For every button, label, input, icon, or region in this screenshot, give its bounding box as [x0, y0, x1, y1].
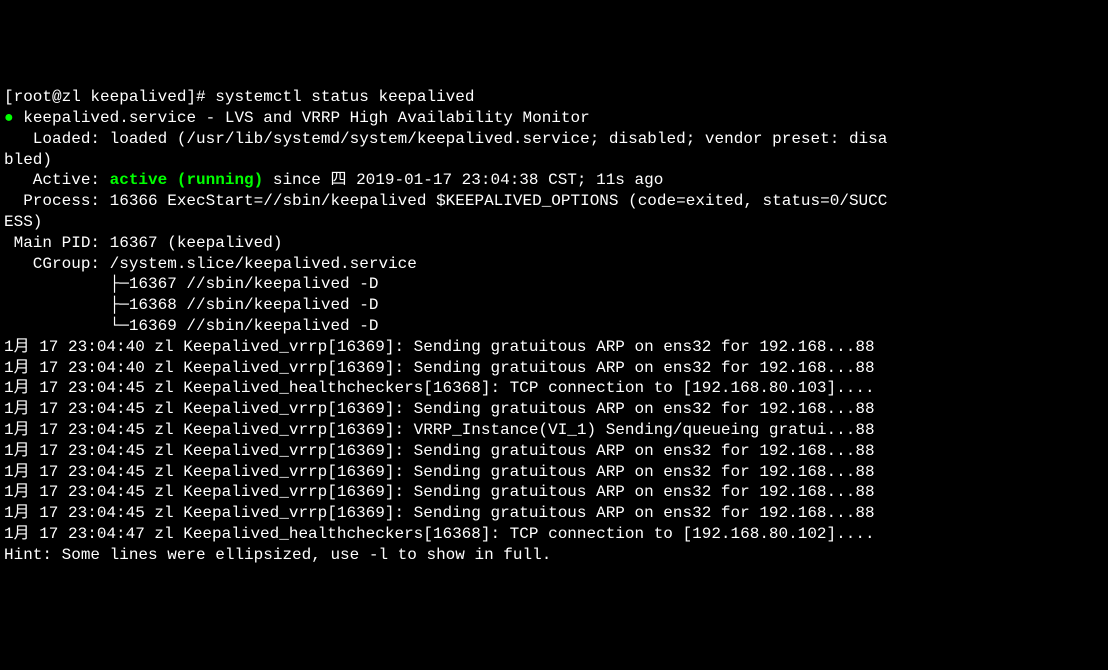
- log-line: 1月 17 23:04:40 zl Keepalived_vrrp[16369]…: [4, 358, 1104, 379]
- process-line: Process: 16366 ExecStart=//sbin/keepaliv…: [4, 191, 1104, 233]
- log-line: 1月 17 23:04:47 zl Keepalived_healthcheck…: [4, 524, 1104, 545]
- log-line: 1月 17 23:04:45 zl Keepalived_vrrp[16369]…: [4, 482, 1104, 503]
- tree-line-3: └─16369 //sbin/keepalived -D: [4, 316, 1104, 337]
- log-line: 1月 17 23:04:45 zl Keepalived_vrrp[16369]…: [4, 441, 1104, 462]
- log-line: 1月 17 23:04:45 zl Keepalived_vrrp[16369]…: [4, 399, 1104, 420]
- status-dot-icon: ●: [4, 109, 14, 127]
- cgroup-line: CGroup: /system.slice/keepalived.service: [4, 254, 1104, 275]
- service-description: keepalived.service - LVS and VRRP High A…: [14, 109, 590, 127]
- command-text: systemctl status keepalived: [215, 88, 474, 106]
- service-header-line: ● keepalived.service - LVS and VRRP High…: [4, 108, 1104, 129]
- active-label: Active:: [4, 171, 110, 189]
- active-line: Active: active (running) since 四 2019-01…: [4, 170, 1104, 191]
- active-status: active (running): [110, 171, 264, 189]
- log-line: 1月 17 23:04:45 zl Keepalived_vrrp[16369]…: [4, 420, 1104, 441]
- log-line: 1月 17 23:04:40 zl Keepalived_vrrp[16369]…: [4, 337, 1104, 358]
- log-line: 1月 17 23:04:45 zl Keepalived_vrrp[16369]…: [4, 462, 1104, 483]
- mainpid-line: Main PID: 16367 (keepalived): [4, 233, 1104, 254]
- shell-prompt: [root@zl keepalived]#: [4, 88, 215, 106]
- tree-line-2: ├─16368 //sbin/keepalived -D: [4, 295, 1104, 316]
- terminal-prompt-line: [root@zl keepalived]# systemctl status k…: [4, 87, 1104, 108]
- hint-line: Hint: Some lines were ellipsized, use -l…: [4, 545, 1104, 566]
- log-line: 1月 17 23:04:45 zl Keepalived_healthcheck…: [4, 378, 1104, 399]
- log-line: 1月 17 23:04:45 zl Keepalived_vrrp[16369]…: [4, 503, 1104, 524]
- active-since: since 四 2019-01-17 23:04:38 CST; 11s ago: [263, 171, 663, 189]
- tree-line-1: ├─16367 //sbin/keepalived -D: [4, 274, 1104, 295]
- loaded-line: Loaded: loaded (/usr/lib/systemd/system/…: [4, 129, 1104, 171]
